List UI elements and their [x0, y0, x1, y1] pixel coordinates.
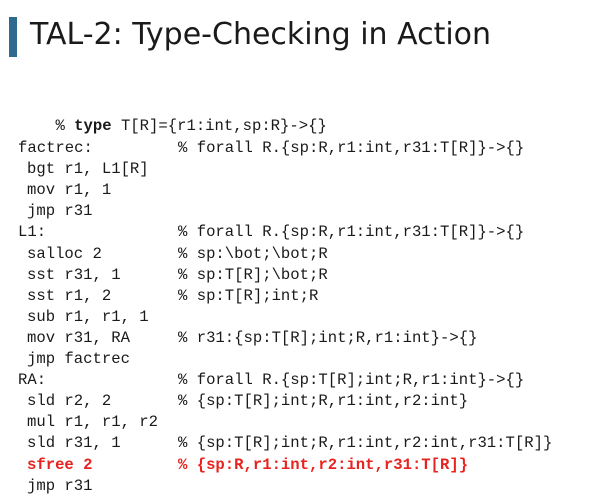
code-line: mov r1, 1: [0, 180, 604, 200]
code-instruction: salloc 2: [27, 244, 102, 263]
code-comment: % {sp:R,r1:int,r2:int,r31:T[R]}: [178, 455, 469, 474]
code-instruction: jmp factrec: [27, 350, 130, 368]
code-instruction: mov r1, 1: [27, 181, 112, 200]
title-accent-bar: [9, 17, 17, 57]
code-line: factrec: % forall R.{sp:R,r1:int,r31:T[R]…: [0, 138, 604, 158]
code-instruction: sst r31, 1: [27, 265, 121, 284]
code-comment: % sp:T[R];int;R: [178, 286, 319, 305]
code-line: mov r31, RA % r31:{sp:T[R];int;R,r1:int}-…: [0, 328, 604, 348]
code-instruction: RA:: [18, 371, 47, 390]
code-line: bgt r1, L1[R]: [0, 159, 604, 179]
code-comment: % {sp:T[R];int;R,r1:int,r2:int,r31:T[R]}: [178, 434, 553, 453]
code-line: L1: % forall R.{sp:R,r1:int,r31:T[R]}->{}: [0, 222, 604, 242]
code-instruction: sld r31, 1: [27, 434, 121, 453]
code-line: sst r31, 1 % sp:T[R];\bot;R: [0, 265, 604, 285]
code-line: salloc 2 % sp:\bot;\bot;R: [0, 244, 604, 264]
code-line: sld r31, 1 % {sp:T[R];int;R,r1:int,r2:int…: [0, 433, 604, 453]
code-instruction: jmp r31: [27, 202, 93, 221]
code-instruction: jmp r31: [27, 476, 93, 495]
code-line: sfree 2 % {sp:R,r1:int,r2:int,r31:T[R]}: [0, 455, 604, 475]
code-instruction: mov r31, RA: [27, 328, 130, 347]
code-line: sub r1, r1, 1: [0, 307, 604, 327]
typedef-rest: T[R]={r1:int,sp:R}->{}: [111, 117, 327, 135]
code-instruction: sld r2, 2: [27, 392, 112, 411]
code-line: RA: % forall R.{sp:T[R];int;R,r1:int}->{}: [0, 370, 604, 390]
code-instruction: L1:: [18, 223, 47, 242]
code-line: mul r1, r1, r2: [0, 412, 604, 432]
code-line: sst r1, 2 % sp:T[R];int;R: [0, 286, 604, 306]
code-instruction: sfree 2: [27, 455, 93, 474]
code-instruction: mul r1, r1, r2: [27, 413, 159, 432]
code-comment: % sp:T[R];\bot;R: [178, 265, 328, 284]
code-comment: % {sp:T[R];int;R,r1:int,r2:int}: [178, 392, 469, 411]
code-instruction: bgt r1, L1[R]: [27, 160, 149, 179]
code-comment: % r31:{sp:T[R];int;R,r1:int}->{}: [178, 328, 478, 347]
code-line: sld r2, 2 % {sp:T[R];int;R,r1:int,r2:int}: [0, 391, 604, 411]
code-comment: % forall R.{sp:T[R];int;R,r1:int}->{}: [178, 371, 525, 390]
code-instruction: sst r1, 2: [27, 286, 112, 305]
code-instruction: factrec:: [18, 139, 93, 157]
code-comment: % sp:\bot;\bot;R: [178, 244, 328, 263]
slide-title: TAL-2: Type-Checking in Action: [30, 17, 492, 52]
code-comment: % forall R.{sp:R,r1:int,r31:T[R]}->{}: [178, 139, 525, 157]
typedef-line: % type T[R]={r1:int,sp:R}->{}: [18, 96, 326, 135]
code-comment: % forall R.{sp:R,r1:int,r31:T[R]}->{}: [178, 223, 525, 242]
code-line: jmp factrec: [0, 349, 604, 369]
typedef-comment-prefix: %: [55, 117, 75, 135]
code-line: jmp r31: [0, 201, 604, 221]
code-line: jmp r31: [0, 476, 604, 496]
typedef-keyword: type: [74, 117, 112, 135]
code-instruction: sub r1, r1, 1: [27, 307, 149, 326]
